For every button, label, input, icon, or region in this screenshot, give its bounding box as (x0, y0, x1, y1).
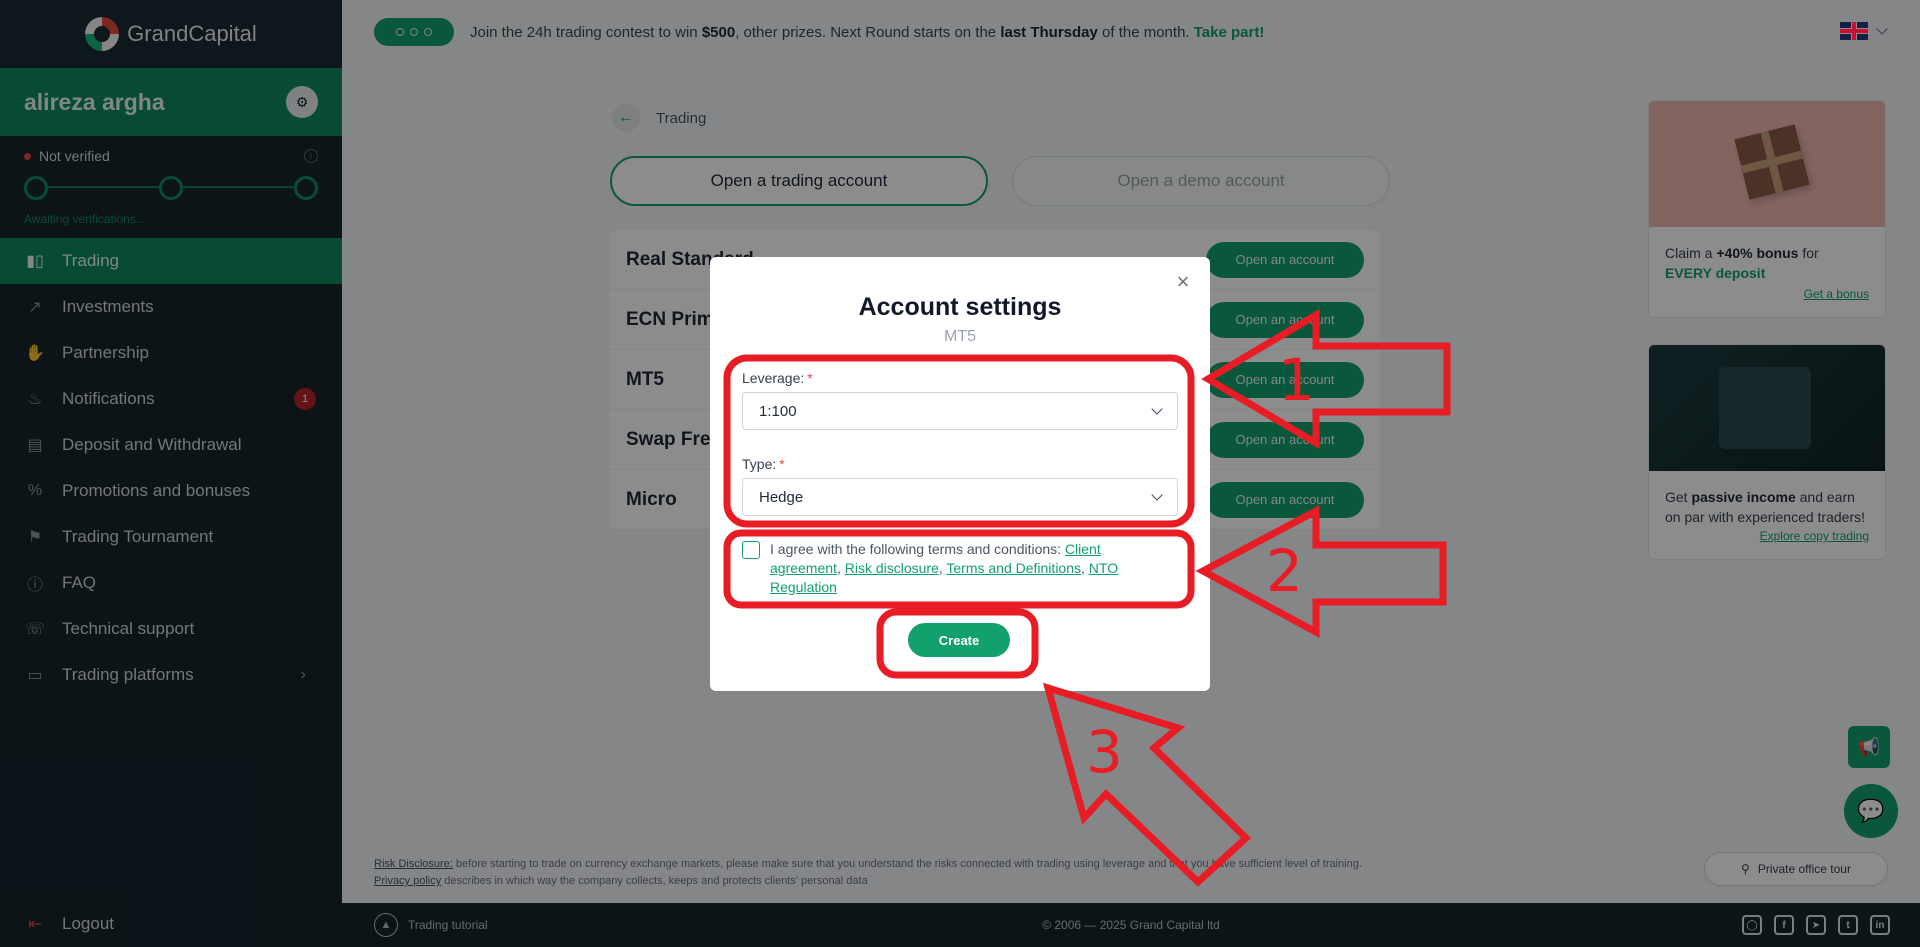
account-settings-modal: × Account settings MT5 Leverage: * 1:100 … (710, 257, 1210, 691)
type-value: Hedge (759, 488, 804, 506)
type-field: Type: * Hedge (742, 456, 1178, 516)
terms-text: I agree with the following terms and con… (770, 541, 1119, 595)
terms-checkbox[interactable] (742, 541, 760, 559)
type-label: Type: * (742, 456, 785, 472)
modal-title: Account settings (858, 293, 1062, 321)
leverage-label: Leverage: * (742, 370, 813, 386)
terms-definitions-link[interactable]: Terms and Definitions (946, 560, 1081, 576)
terms-agreement: I agree with the following terms and con… (742, 540, 1142, 597)
create-button[interactable]: Create (908, 623, 1010, 657)
leverage-value: 1:100 (759, 402, 797, 420)
close-icon[interactable]: × (1172, 271, 1194, 293)
leverage-field: Leverage: * 1:100 (742, 370, 1178, 430)
type-select[interactable]: Hedge (742, 478, 1178, 516)
chevron-down-icon (1151, 403, 1163, 415)
leverage-select[interactable]: 1:100 (742, 392, 1178, 430)
modal-subtitle: MT5 (944, 328, 976, 345)
chevron-down-icon (1151, 489, 1163, 501)
risk-disclosure-link[interactable]: Risk disclosure (845, 560, 939, 576)
